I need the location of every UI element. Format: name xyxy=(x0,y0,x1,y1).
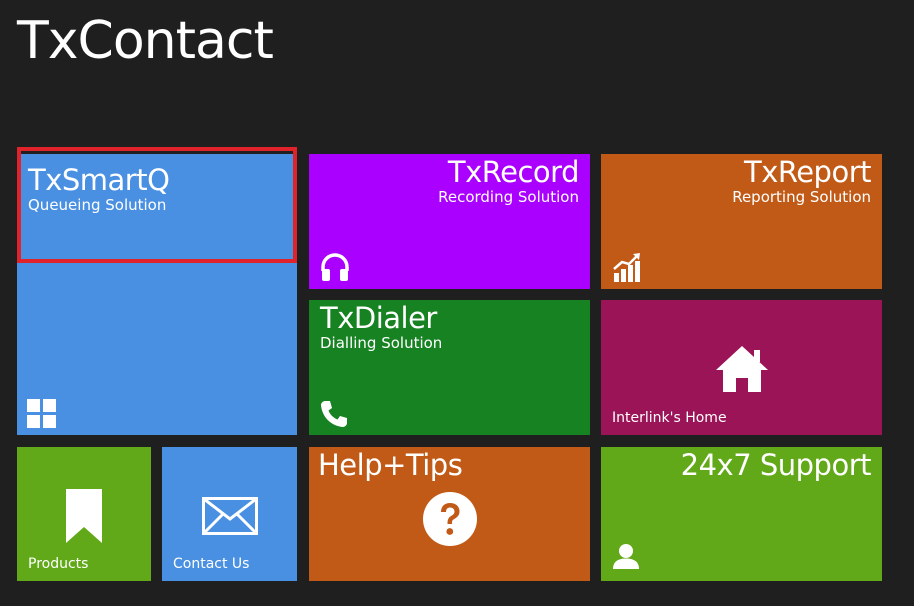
tile-interlinks-home[interactable]: Interlink's Home xyxy=(601,300,882,435)
bar-chart-icon xyxy=(611,251,643,283)
tile-txdialer-subtitle: Dialling Solution xyxy=(320,334,443,352)
tile-txsmartq[interactable]: TxSmartQ Queueing Solution xyxy=(17,154,297,435)
envelope-icon xyxy=(202,497,258,535)
tile-contact-us-label: Contact Us xyxy=(173,556,250,572)
tile-interlinks-home-label: Interlink's Home xyxy=(612,410,727,426)
question-icon xyxy=(422,491,478,547)
tile-help-tips[interactable]: Help+Tips xyxy=(309,447,590,581)
tile-help-tips-title: Help+Tips xyxy=(318,448,463,482)
tile-24x7-support-text: 24x7 Support xyxy=(680,448,872,482)
tile-txreport-subtitle: Reporting Solution xyxy=(732,188,871,206)
tile-txsmartq-text: TxSmartQ Queueing Solution xyxy=(28,163,170,214)
tile-contact-us[interactable]: Contact Us xyxy=(162,447,297,581)
user-icon xyxy=(612,543,644,575)
tile-txreport-title: TxReport xyxy=(743,155,872,189)
tile-help-tips-text: Help+Tips xyxy=(318,448,463,482)
tile-txdialer[interactable]: TxDialer Dialling Solution xyxy=(309,300,590,435)
tile-txsmartq-title: TxSmartQ xyxy=(28,163,170,197)
tile-24x7-support-title: 24x7 Support xyxy=(680,448,872,482)
tile-txrecord-subtitle: Recording Solution xyxy=(438,188,579,206)
tile-txrecord-text: TxRecord Recording Solution xyxy=(438,156,579,206)
tile-txdialer-text: TxDialer Dialling Solution xyxy=(320,302,442,352)
tile-txreport-text: TxReport Reporting Solution xyxy=(732,156,871,206)
phone-icon xyxy=(319,399,351,431)
windows-grid-icon xyxy=(27,399,59,431)
bookmark-icon xyxy=(66,489,102,543)
tile-products-label: Products xyxy=(28,556,89,572)
tile-txsmartq-subtitle: Queueing Solution xyxy=(28,196,167,214)
tile-txdialer-title: TxDialer xyxy=(320,301,437,335)
tile-txrecord-title: TxRecord xyxy=(447,155,580,189)
tile-txreport[interactable]: TxReport Reporting Solution xyxy=(601,154,882,289)
tile-txrecord[interactable]: TxRecord Recording Solution xyxy=(309,154,590,289)
tile-24x7-support[interactable]: 24x7 Support xyxy=(601,447,882,581)
tile-products[interactable]: Products xyxy=(17,447,151,581)
app-title: TxContact xyxy=(17,11,274,71)
headphones-icon xyxy=(319,251,351,283)
home-icon xyxy=(714,344,770,394)
